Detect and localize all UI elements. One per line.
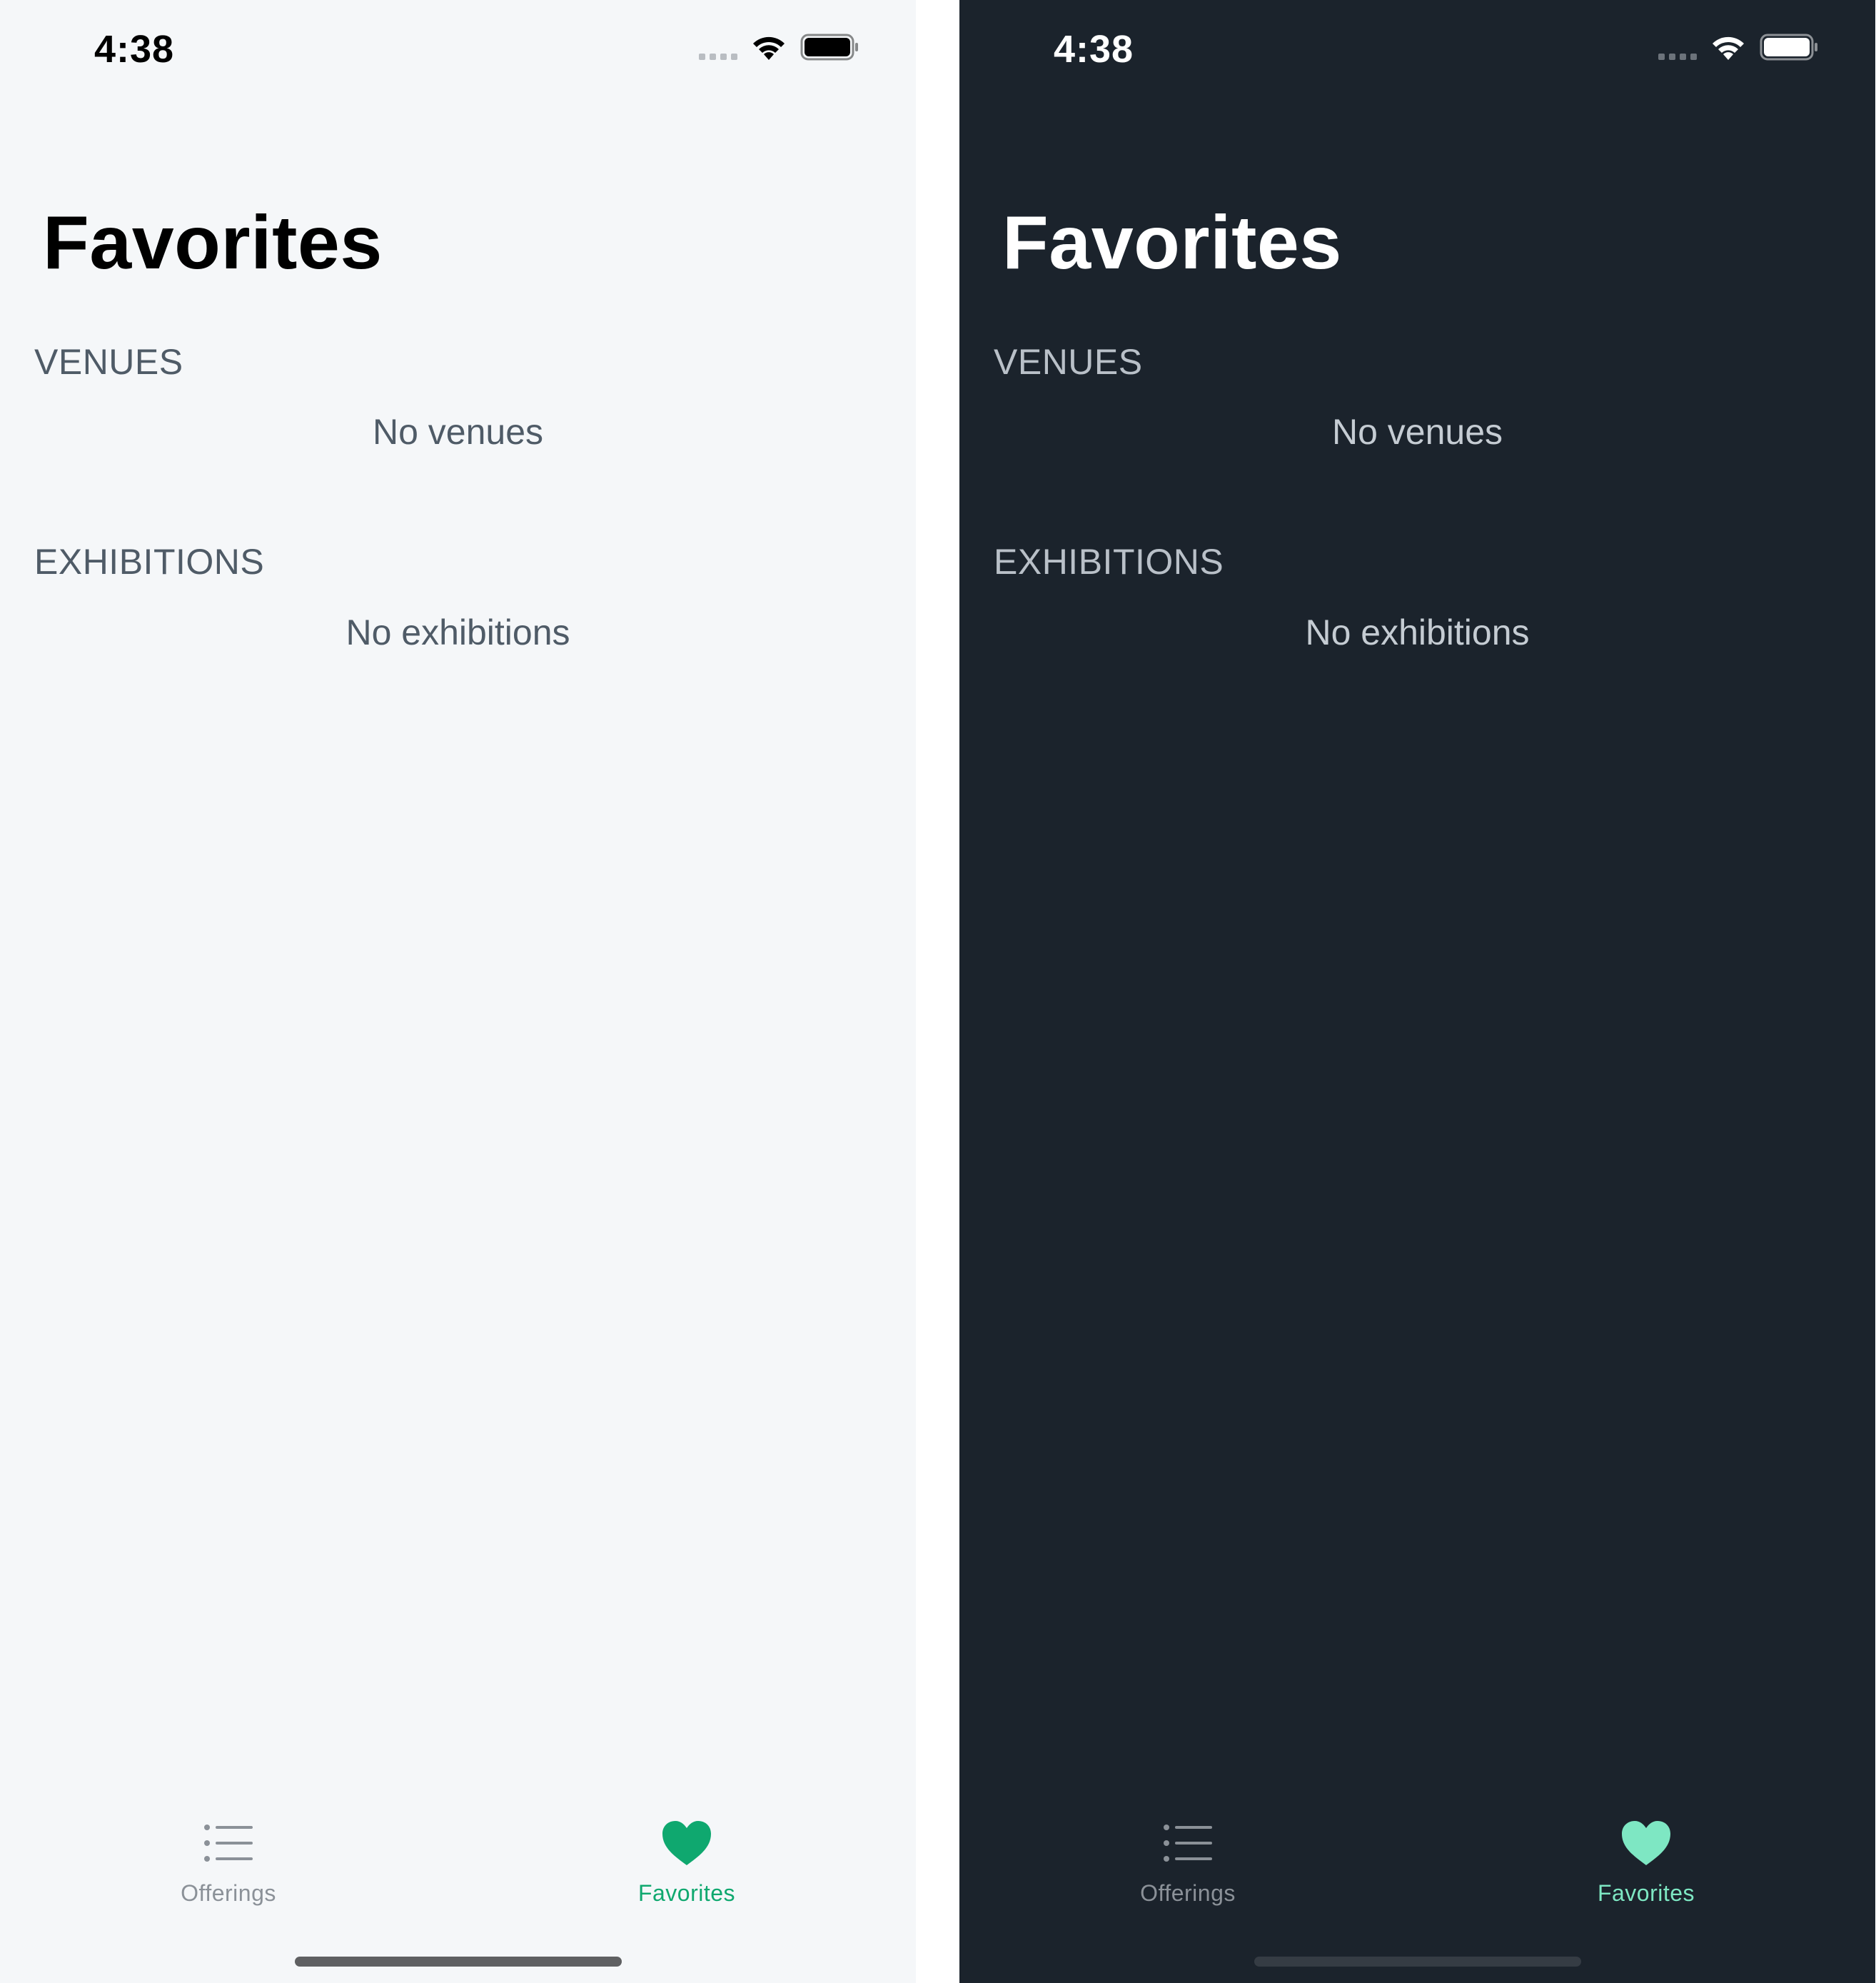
venues-section-header: VENUES	[34, 342, 183, 382]
home-indicator[interactable]	[1254, 1957, 1581, 1967]
venues-section-header: VENUES	[994, 342, 1143, 382]
status-time: 4:38	[94, 28, 175, 71]
status-indicators	[1658, 33, 1818, 61]
home-indicator[interactable]	[295, 1957, 622, 1967]
screenshot-canvas: 4:38 Favorites VENUES No venues EXHIBITI…	[0, 0, 1876, 1983]
tab-offerings-label: Offerings	[181, 1880, 276, 1906]
tab-favorites-label: Favorites	[1597, 1880, 1695, 1906]
tab-favorites[interactable]: Favorites	[1532, 1819, 1760, 1907]
battery-icon	[800, 34, 858, 61]
tab-offerings-label: Offerings	[1140, 1880, 1236, 1906]
list-bullet-icon	[204, 1825, 253, 1862]
exhibitions-section-header: EXHIBITIONS	[994, 542, 1224, 582]
tab-offerings[interactable]: Offerings	[1074, 1819, 1302, 1907]
heart-icon	[1622, 1821, 1670, 1865]
cellular-signal-icon	[699, 53, 737, 60]
exhibitions-section-header: EXHIBITIONS	[34, 542, 265, 582]
status-time: 4:38	[1054, 28, 1134, 71]
status-indicators	[699, 33, 859, 61]
exhibitions-empty-message: No exhibitions	[1305, 612, 1530, 652]
dark-mode-screen: 4:38 Favorites VENUES No venues EXHIBITI…	[959, 0, 1875, 1983]
wifi-icon	[1713, 36, 1744, 60]
list-bullet-icon	[1164, 1825, 1212, 1862]
wifi-icon	[753, 36, 785, 60]
exhibitions-empty-message: No exhibitions	[346, 612, 570, 652]
battery-icon	[1760, 34, 1817, 61]
venues-empty-message: No venues	[372, 412, 544, 452]
page-title: Favorites	[1002, 201, 1342, 285]
light-mode-screen: 4:38 Favorites VENUES No venues EXHIBITI…	[0, 0, 916, 1983]
tab-favorites[interactable]: Favorites	[573, 1819, 801, 1907]
tab-favorites-label: Favorites	[637, 1880, 736, 1906]
page-title: Favorites	[43, 201, 383, 285]
tab-offerings[interactable]: Offerings	[114, 1819, 343, 1907]
cellular-signal-icon	[1658, 53, 1697, 60]
venues-empty-message: No venues	[1331, 412, 1503, 452]
heart-icon	[662, 1821, 711, 1865]
